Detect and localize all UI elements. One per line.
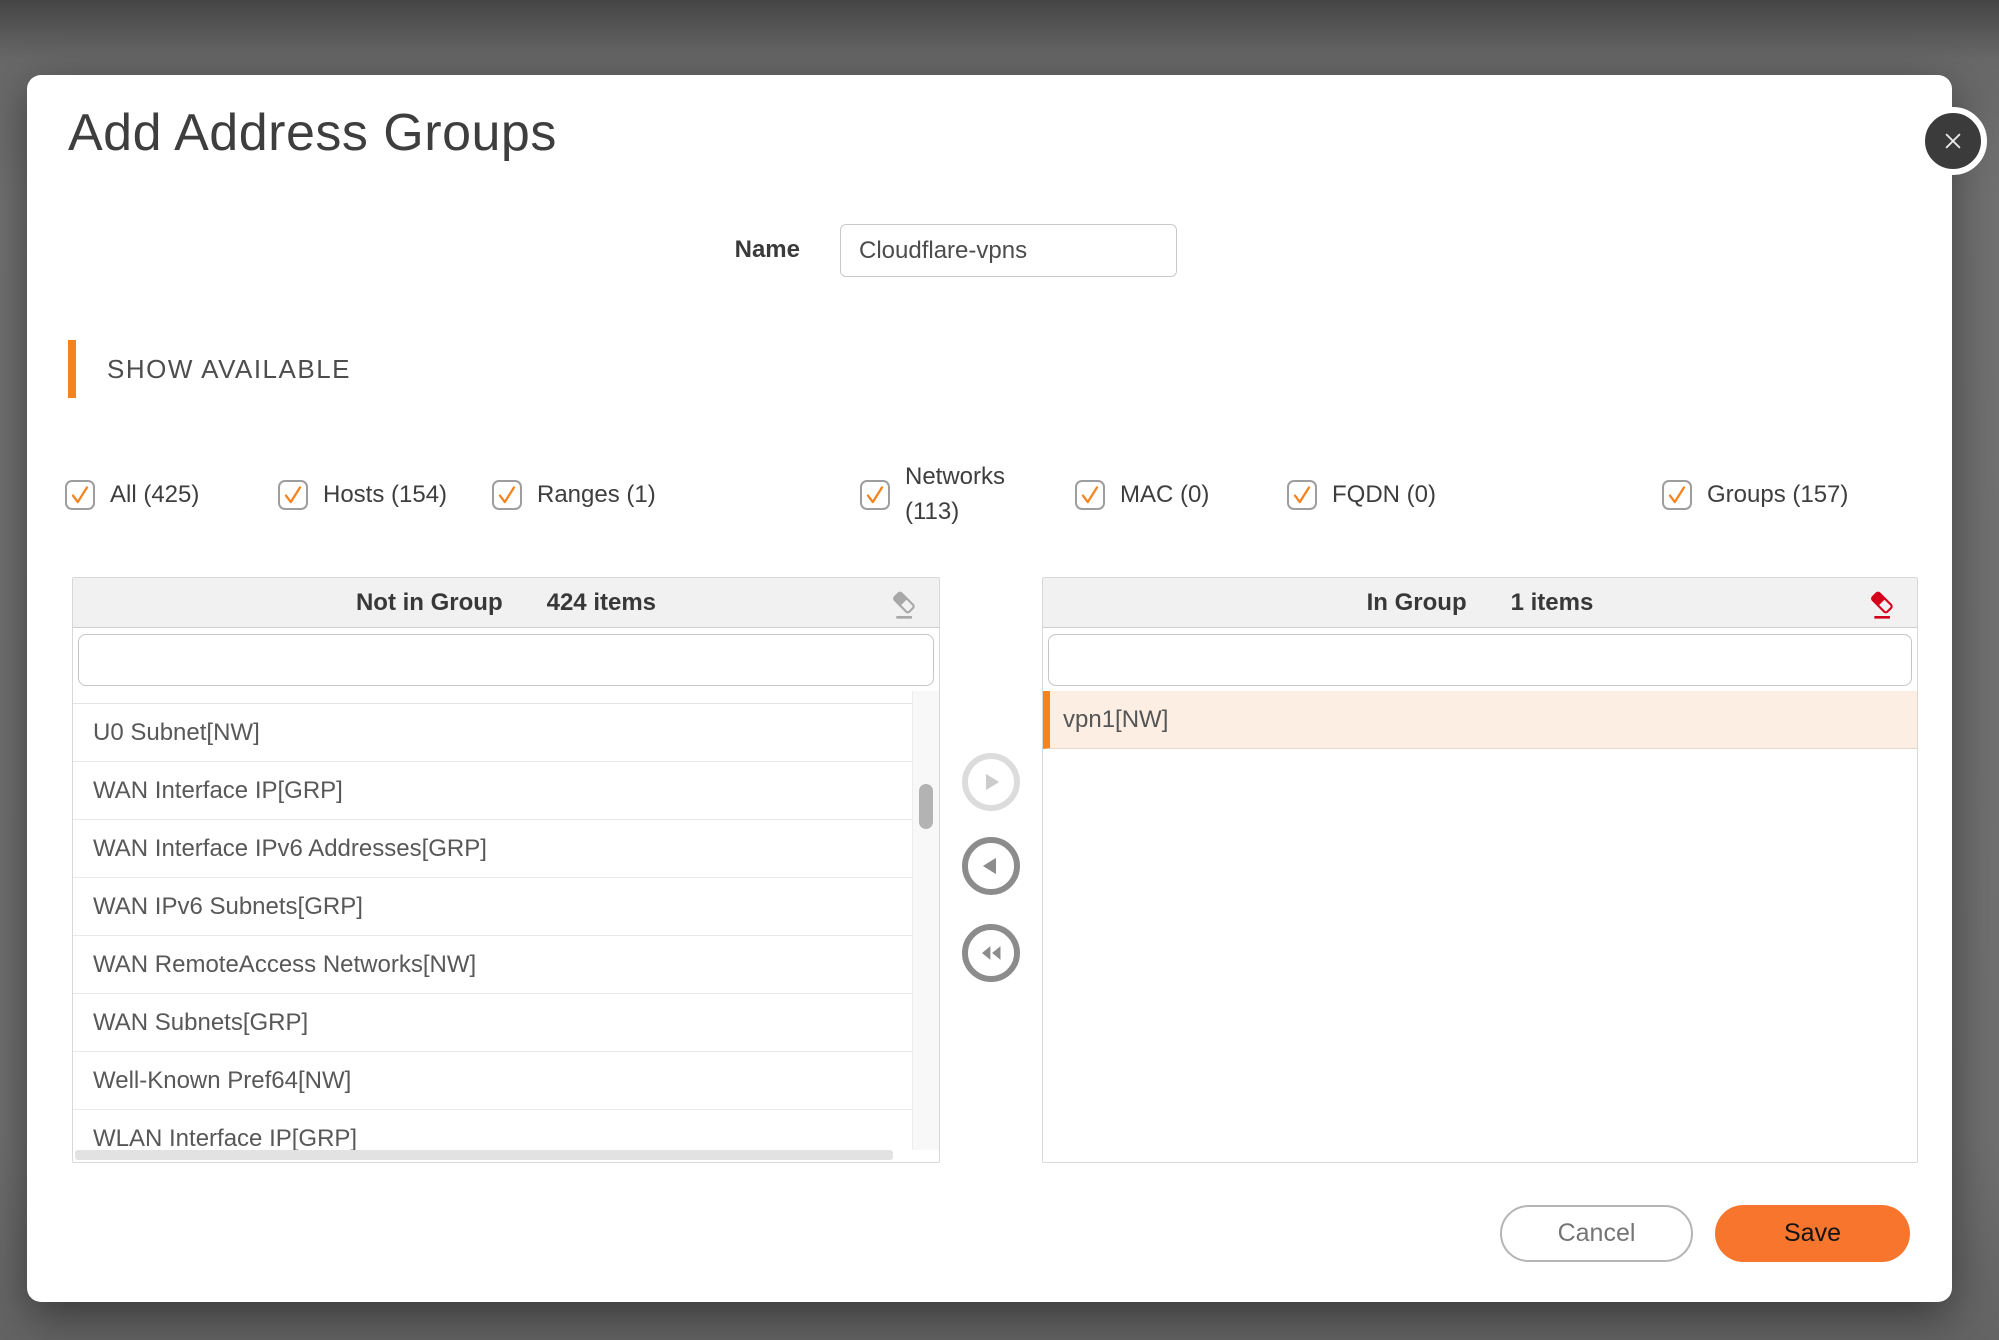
filter-checkbox[interactable]	[278, 479, 308, 510]
not-in-group-count: 424 items	[546, 588, 657, 616]
filter-checkbox[interactable]	[65, 479, 95, 510]
filter-checkbox[interactable]	[860, 480, 890, 510]
checkmark-icon	[1293, 486, 1311, 504]
filter-label: Hosts (154)	[323, 480, 448, 508]
eraser-icon	[1871, 591, 1893, 619]
filter-item[interactable]: MAC (0)	[1075, 478, 1287, 513]
type-filters: All (425) Hosts (154) Ranges (1) Network…	[65, 455, 1892, 535]
section-accent-bar	[68, 340, 76, 398]
checkmark-icon	[1668, 486, 1686, 504]
save-button[interactable]: Save	[1715, 1205, 1910, 1262]
right-search	[1043, 628, 1917, 691]
filter-label: Ranges (1)	[537, 480, 656, 508]
checkmark-icon	[1081, 486, 1099, 504]
list-item-label: WLAN Interface IP[GRP]	[93, 1124, 358, 1152]
move-left-button[interactable]	[962, 837, 1020, 895]
add-address-groups-dialog: Add Address Groups Name SHOW AVAILABLE A…	[27, 75, 1987, 1302]
list-item[interactable]: vpn1[NW]	[1043, 691, 1917, 749]
list-item[interactable]: WAN Subnets[GRP]	[73, 994, 912, 1052]
arrow-left-icon	[982, 857, 996, 875]
dimmed-background: Add Address Groups Name SHOW AVAILABLE A…	[0, 0, 1999, 1340]
filter-label: Groups (157)	[1707, 480, 1849, 508]
list-item-label: WAN RemoteAccess Networks[NW]	[93, 950, 477, 978]
checkmark-icon	[498, 486, 516, 504]
scrollbar-thumb-horizontal[interactable]	[75, 1150, 894, 1160]
right-search-input[interactable]	[1048, 634, 1912, 686]
left-search-input[interactable]	[78, 634, 934, 686]
filter-label: MAC (0)	[1120, 480, 1210, 508]
partial-row	[73, 691, 912, 704]
double-arrow-left-icon	[982, 946, 1001, 960]
list-item-label: WAN IPv6 Subnets[GRP]	[93, 892, 363, 920]
checkmark-icon	[866, 486, 884, 504]
scrollbar-thumb[interactable]	[919, 784, 933, 829]
list-item-label: U0 Subnet[NW]	[93, 718, 260, 746]
list-item[interactable]: U0 Subnet[NW]	[73, 704, 912, 762]
show-available-label: SHOW AVAILABLE	[107, 353, 352, 384]
filter-item[interactable]: Networks (113)	[860, 460, 1075, 530]
filter-checkbox[interactable]	[1075, 479, 1105, 510]
close-icon	[1945, 133, 1961, 149]
horizontal-scrollbar[interactable]	[75, 1150, 910, 1160]
not-in-group-header: Not in Group 424 items	[73, 578, 939, 628]
list-item[interactable]: WAN Interface IP[GRP]	[73, 762, 912, 820]
double-arrow-left-button[interactable]	[962, 924, 1020, 982]
list-item-label: Well-Known Pref64[NW]	[93, 1066, 352, 1094]
move-right-button[interactable]	[962, 753, 1020, 811]
close-button[interactable]	[1919, 107, 1987, 175]
list-item-label: WAN Interface IPv6 Addresses[GRP]	[93, 834, 487, 862]
list-item[interactable]: WAN IPv6 Subnets[GRP]	[73, 878, 912, 936]
filter-item[interactable]: FQDN (0)	[1287, 478, 1662, 513]
show-available-section: SHOW AVAILABLE	[68, 340, 351, 398]
list-item[interactable]: Well-Known Pref64[NW]	[73, 1052, 912, 1110]
left-search	[73, 628, 939, 691]
filter-checkbox[interactable]	[1287, 479, 1317, 510]
in-group-list: vpn1[NW]	[1043, 691, 1917, 749]
list-item-label: WAN Interface IP[GRP]	[93, 776, 343, 804]
filter-item[interactable]: Ranges (1)	[492, 478, 860, 513]
filter-label: Networks (113)	[905, 463, 1006, 525]
dialog-title: Add Address Groups	[68, 104, 557, 162]
list-item[interactable]: WAN RemoteAccess Networks[NW]	[73, 936, 912, 994]
list-item-label: WAN Subnets[GRP]	[93, 1008, 309, 1036]
list-item[interactable]: WAN Interface IPv6 Addresses[GRP]	[73, 820, 912, 878]
name-label: Name	[734, 236, 800, 263]
clear-left-selection-button[interactable]	[885, 585, 923, 623]
in-group-header: In Group 1 items	[1043, 578, 1917, 628]
filter-item[interactable]: All (425)	[65, 478, 278, 513]
clear-in-group-button[interactable]	[1863, 585, 1901, 623]
list-item-label: vpn1[NW]	[1063, 705, 1169, 733]
vertical-scrollbar[interactable]	[912, 691, 939, 1150]
name-input[interactable]	[840, 224, 1177, 277]
arrow-right-icon	[986, 773, 1000, 791]
eraser-icon	[893, 591, 915, 619]
checkmark-icon	[284, 486, 302, 504]
filter-item[interactable]: Hosts (154)	[278, 478, 492, 513]
cancel-button[interactable]: Cancel	[1500, 1205, 1693, 1262]
in-group-title: In Group	[1366, 588, 1467, 616]
filter-label: All (425)	[110, 480, 200, 508]
not-in-group-panel: Not in Group 424 items U0 Subnet[NW] WAN…	[72, 577, 940, 1163]
filter-item[interactable]: Groups (157)	[1662, 478, 1848, 513]
checkmark-icon	[71, 486, 89, 504]
not-in-group-list: U0 Subnet[NW] WAN Interface IP[GRP] WAN …	[73, 691, 912, 1162]
filter-checkbox[interactable]	[492, 479, 522, 510]
filter-checkbox[interactable]	[1662, 479, 1692, 510]
in-group-panel: In Group 1 items vpn1[NW]	[1042, 577, 1918, 1163]
not-in-group-title: Not in Group	[355, 588, 503, 616]
in-group-count: 1 items	[1510, 588, 1594, 616]
filter-label: FQDN (0)	[1332, 480, 1436, 508]
